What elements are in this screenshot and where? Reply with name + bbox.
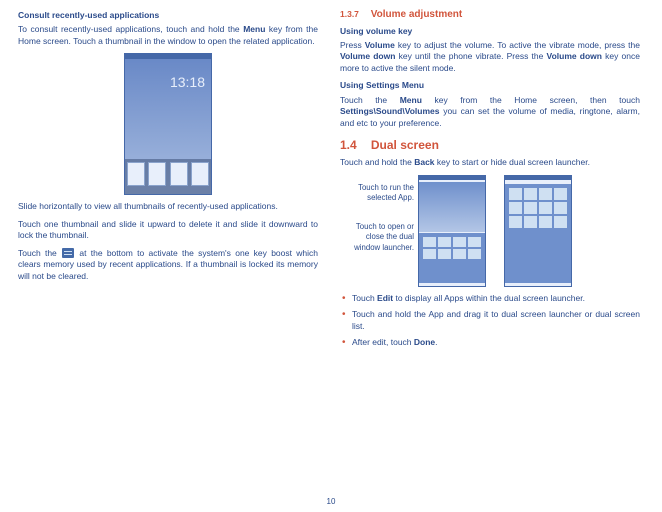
text: Touch the (18, 248, 61, 258)
right-p1: Press Volume key to adjust the volume. T… (340, 40, 640, 74)
callout-toggle-launcher: Touch to open or close the dual window l… (340, 222, 414, 254)
text: key until the phone vibrate. Press the (395, 51, 546, 61)
app-grid (505, 184, 571, 232)
heading-consult: Consult recently-used applications (18, 10, 318, 21)
text: Touch and hold the (340, 157, 414, 167)
phone-mockup: 13:18 (124, 53, 212, 195)
edit-label: Edit (377, 293, 393, 303)
section-title: Volume adjustment (371, 9, 463, 20)
text: Touch (352, 293, 377, 303)
text: Touch the (340, 95, 400, 105)
status-bar (419, 176, 485, 180)
thumbnail (170, 162, 188, 186)
volume-down-label: Volume down (547, 51, 602, 61)
right-p2: Touch the Menu key from the Home screen,… (340, 95, 640, 129)
section-number: 1.4 (340, 138, 357, 152)
dual-screen-illustration: Touch to run the selected App. Touch to … (340, 175, 640, 287)
text: to display all Apps within the dual scre… (393, 293, 585, 303)
left-p2: Slide horizontally to view all thumbnail… (18, 201, 318, 212)
text: Press (340, 40, 365, 50)
text: . (435, 337, 437, 347)
text: key to adjust the volume. To active the … (395, 40, 640, 50)
list-item: Touch Edit to display all Apps within th… (340, 293, 640, 304)
left-column: Consult recently-used applications To co… (18, 8, 318, 512)
full-panel (505, 184, 571, 283)
section-1-3-7: 1.3.7 Volume adjustment (340, 8, 640, 22)
subheading-settings-menu: Using Settings Menu (340, 80, 640, 91)
list-item: After edit, touch Done. (340, 337, 640, 348)
menu-label: Menu (400, 95, 422, 105)
text: After edit, touch (352, 337, 414, 347)
thumbnail (127, 162, 145, 186)
volume-down-label: Volume down (340, 51, 395, 61)
text: To consult recently-used applications, t… (18, 24, 243, 34)
subheading-volume-key: Using volume key (340, 26, 640, 37)
done-label: Done (414, 337, 435, 347)
section-number: 1.3.7 (340, 9, 359, 19)
back-label: Back (414, 157, 434, 167)
thumbnail (191, 162, 209, 186)
status-bar (505, 176, 571, 180)
thumbnail (148, 162, 166, 186)
settings-path-label: Settings\Sound\Volumes (340, 106, 440, 116)
text: key to start or hide dual screen launche… (435, 157, 590, 167)
callout-run-app: Touch to run the selected App. (340, 183, 414, 204)
phone-illustration: 13:18 (18, 53, 318, 195)
volume-label: Volume (365, 40, 395, 50)
right-p3: Touch and hold the Back key to start or … (340, 157, 640, 168)
boost-icon (62, 248, 74, 258)
app-grid (419, 233, 485, 263)
bottom-half (419, 233, 485, 283)
clock-readout: 13:18 (125, 59, 211, 92)
list-item: Touch and hold the App and drag it to du… (340, 309, 640, 332)
phone-mockup-list (504, 175, 572, 287)
recent-thumbnails (125, 159, 211, 194)
page-number: 10 (0, 497, 662, 508)
section-1-4: 1.4 Dual screen (340, 137, 640, 153)
left-p3: Touch one thumbnail and slide it upward … (18, 219, 318, 242)
left-p4: Touch the at the bottom to activate the … (18, 248, 318, 282)
left-p1: To consult recently-used applications, t… (18, 24, 318, 47)
bullet-list: Touch Edit to display all Apps within th… (340, 293, 640, 349)
phone-mockup-split (418, 175, 486, 287)
section-title: Dual screen (371, 138, 439, 152)
top-half (419, 182, 485, 232)
text: key from the Home screen, then touch (422, 95, 640, 105)
right-column: 1.3.7 Volume adjustment Using volume key… (340, 8, 640, 512)
callout-labels: Touch to run the selected App. Touch to … (340, 175, 414, 272)
menu-key-label: Menu (243, 24, 265, 34)
